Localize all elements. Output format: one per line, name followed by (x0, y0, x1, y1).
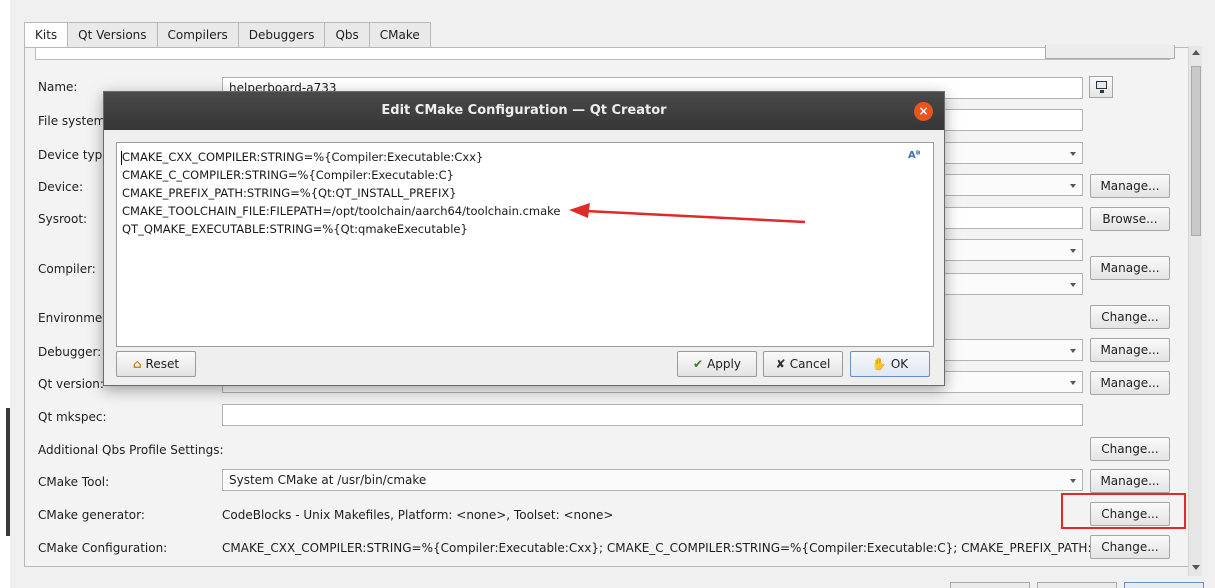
annotation-arrow (569, 203, 806, 224)
annotation-arrow-head (569, 203, 590, 218)
annotation-arrow-shaft (584, 209, 806, 224)
